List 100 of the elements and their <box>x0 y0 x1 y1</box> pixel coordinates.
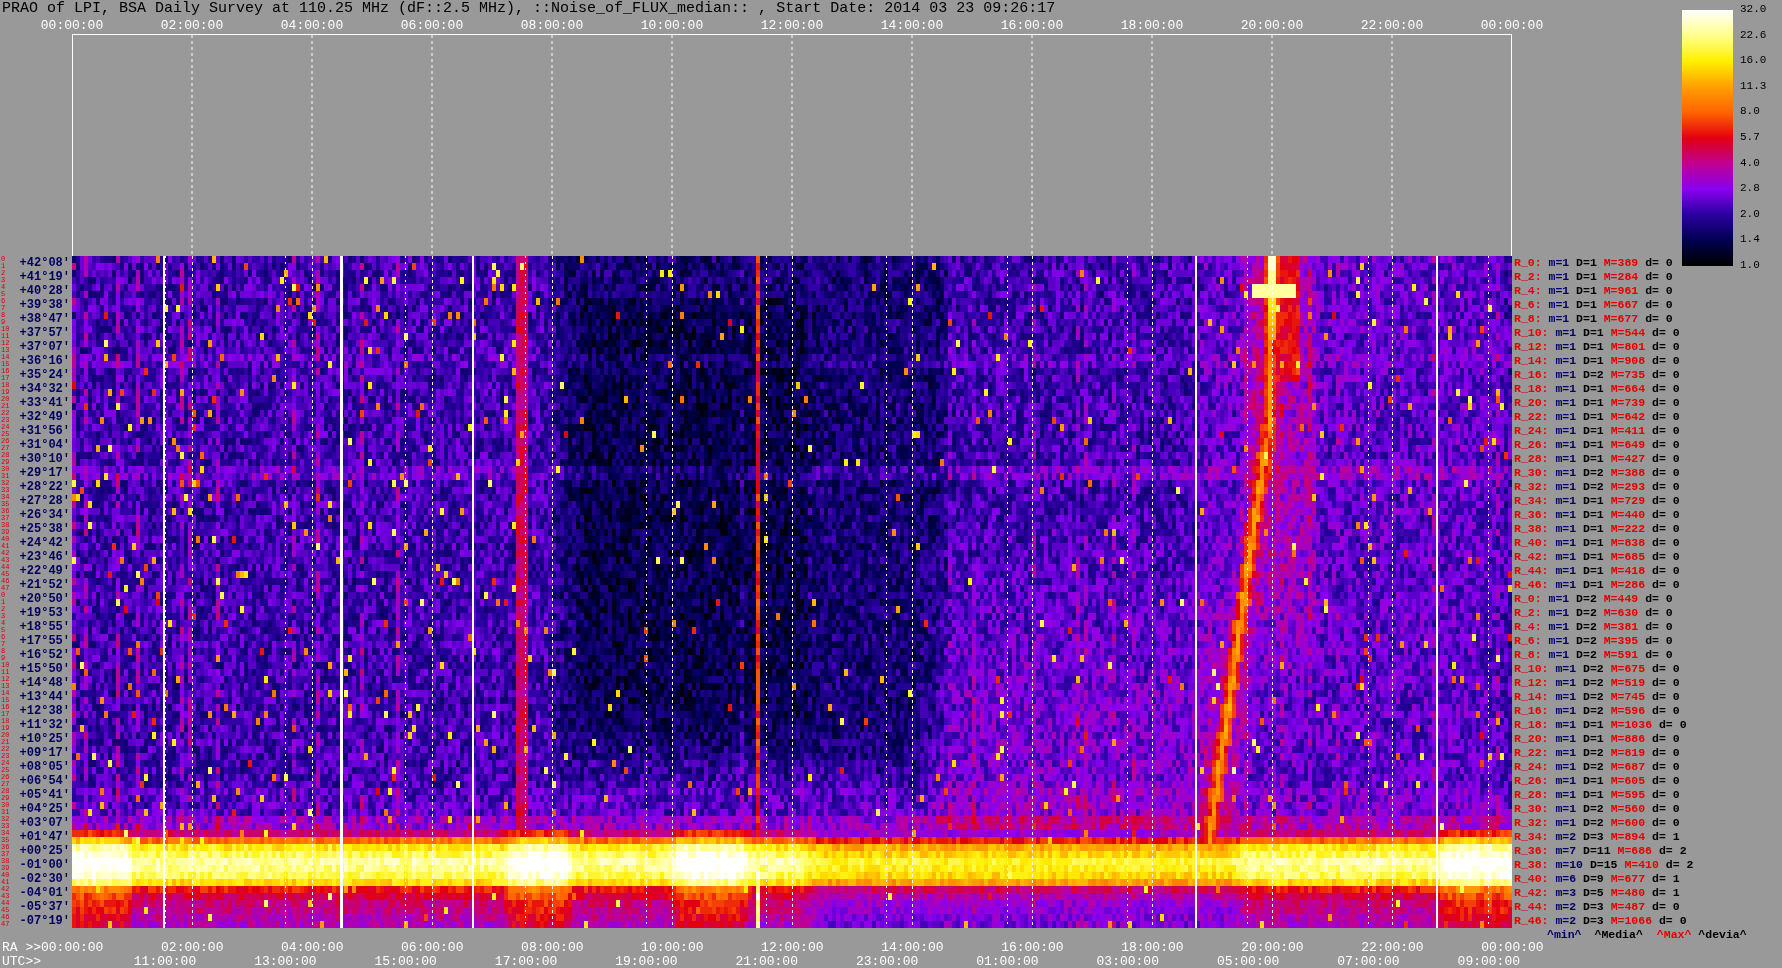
min-value: m=2 <box>1555 900 1577 914</box>
axis-tick-label: 16:00:00 <box>1001 941 1064 955</box>
median-value: D=9 <box>1583 872 1604 886</box>
scale-tick-label: 1.0 <box>1740 258 1761 272</box>
median-value: D=1 <box>1583 452 1604 466</box>
ra-axis-label: RA >> <box>2 941 41 955</box>
declination-label: +39°38' <box>19 298 71 312</box>
median-value: D=1 <box>1583 564 1604 578</box>
axis-tick-label: 09:00:00 <box>1457 955 1520 968</box>
row-label: R_42: <box>1514 886 1549 900</box>
min-value: m=1 <box>1548 256 1570 270</box>
declination-label: +40°28' <box>19 284 71 298</box>
deviation-value: d= 0 <box>1652 368 1680 382</box>
max-value: M=961 <box>1603 284 1639 298</box>
declination-label: +25°38' <box>19 522 71 536</box>
declination-label: +20°50' <box>19 592 71 606</box>
axis-tick-label: 22:00:00 <box>1361 941 1424 955</box>
deviation-value: d= 0 <box>1652 508 1680 522</box>
min-value: m=1 <box>1555 466 1577 480</box>
max-value: M=739 <box>1610 396 1646 410</box>
declination-label: -05°37' <box>19 900 71 914</box>
min-value: m=1 <box>1555 438 1577 452</box>
min-value: m=1 <box>1555 508 1577 522</box>
declination-label: +22°49' <box>19 564 71 578</box>
row-label: R_24: <box>1514 424 1549 438</box>
median-value: D=2 <box>1583 466 1604 480</box>
declination-label: +04°25' <box>19 802 71 816</box>
min-value: m=1 <box>1555 564 1577 578</box>
axis-tick-label: 01:00:00 <box>976 955 1039 968</box>
chart-title: PRAO of LPI, BSA Daily Survey at 110.25 MHz (dF::2.5 MHz), ::Noise_of_FLUX_median:: , Start Date: 2014 03 23 09:26:17 <box>2 0 1056 18</box>
max-value: M=642 <box>1610 410 1646 424</box>
row-label: R_36: <box>1514 508 1549 522</box>
deviation-value: d= 0 <box>1652 564 1680 578</box>
axis-tick-label: 02:00:00 <box>161 941 224 955</box>
legend-label: ^min^ <box>1547 928 1582 941</box>
max-value: M=388 <box>1610 466 1646 480</box>
max-value: M=667 <box>1603 298 1639 312</box>
min-value: m=1 <box>1548 592 1570 606</box>
scale-tick-label: 32.0 <box>1740 3 1767 16</box>
row-label: R_18: <box>1514 382 1549 396</box>
axis-tick-label: 00:00:00 <box>40 18 104 34</box>
deviation-value: d= 0 <box>1645 648 1673 662</box>
deviation-value: d= 0 <box>1652 466 1680 480</box>
scale-tick-label: 1.4 <box>1740 233 1761 247</box>
deviation-value: d= 1 <box>1652 886 1680 900</box>
median-value: D=5 <box>1583 886 1604 900</box>
declination-label: +31°04' <box>19 438 71 452</box>
deviation-value: d= 2 <box>1665 858 1694 872</box>
min-value: m=6 <box>1555 872 1577 886</box>
min-value: m=1 <box>1555 368 1577 382</box>
axis-tick-label: 12:00:00 <box>761 941 824 955</box>
row-label: R_10: <box>1514 326 1549 340</box>
scale-tick-label: 2.8 <box>1740 182 1761 196</box>
declination-label: +10°25' <box>19 732 71 746</box>
median-value: D=1 <box>1583 578 1604 592</box>
axis-tick-label: 20:00:00 <box>1241 941 1304 955</box>
declination-label: +28°22' <box>19 480 71 494</box>
median-value: D=3 <box>1583 914 1604 928</box>
max-value: M=595 <box>1610 788 1646 802</box>
median-value: D=2 <box>1576 606 1597 620</box>
axis-tick-label: 00:00:00 <box>1481 941 1544 955</box>
deviation-value: d= 0 <box>1652 802 1680 816</box>
declination-label: +31°56' <box>19 424 71 438</box>
median-value: D=2 <box>1583 368 1604 382</box>
row-label: R_14: <box>1514 690 1549 704</box>
min-value: m=1 <box>1555 480 1577 494</box>
declination-label: +13°44' <box>19 690 71 704</box>
declination-label: +36°16' <box>19 354 71 368</box>
median-value: D=2 <box>1576 592 1597 606</box>
declination-label: -07°19' <box>19 914 71 928</box>
max-value: M=894 <box>1610 830 1646 844</box>
declination-label: +33°41' <box>19 396 71 410</box>
median-value: D=1 <box>1583 788 1604 802</box>
row-label: R_30: <box>1514 466 1549 480</box>
axis-tick-label: 20:00:00 <box>1240 18 1304 34</box>
axis-tick-label: 00:00:00 <box>1480 18 1544 34</box>
median-value: D=1 <box>1583 536 1604 550</box>
declination-label: +14°48' <box>19 676 71 690</box>
row-label: R_32: <box>1514 816 1549 830</box>
deviation-value: d= 0 <box>1652 578 1680 592</box>
deviation-value: d= 0 <box>1658 914 1687 928</box>
axis-tick-label: 08:00:00 <box>521 941 584 955</box>
declination-label: +42°08' <box>19 256 71 270</box>
row-label: R_8: <box>1514 648 1542 662</box>
min-value: m=3 <box>1555 886 1577 900</box>
deviation-value: d= 0 <box>1652 522 1680 536</box>
min-value: m=1 <box>1555 578 1577 592</box>
declination-label: +29°17' <box>19 466 71 480</box>
max-value: M=389 <box>1603 256 1639 270</box>
deviation-value: d= 0 <box>1645 270 1673 284</box>
min-value: m=1 <box>1548 620 1570 634</box>
max-value: M=735 <box>1610 368 1646 382</box>
min-value: m=1 <box>1555 732 1577 746</box>
min-value: m=1 <box>1555 816 1577 830</box>
row-label: R_40: <box>1514 872 1549 886</box>
deviation-value: d= 0 <box>1645 256 1673 270</box>
median-value: D=1 <box>1583 340 1604 354</box>
declination-label: +03°07' <box>19 816 71 830</box>
axis-tick-label: 02:00:00 <box>160 18 224 34</box>
min-value: m=1 <box>1555 774 1577 788</box>
